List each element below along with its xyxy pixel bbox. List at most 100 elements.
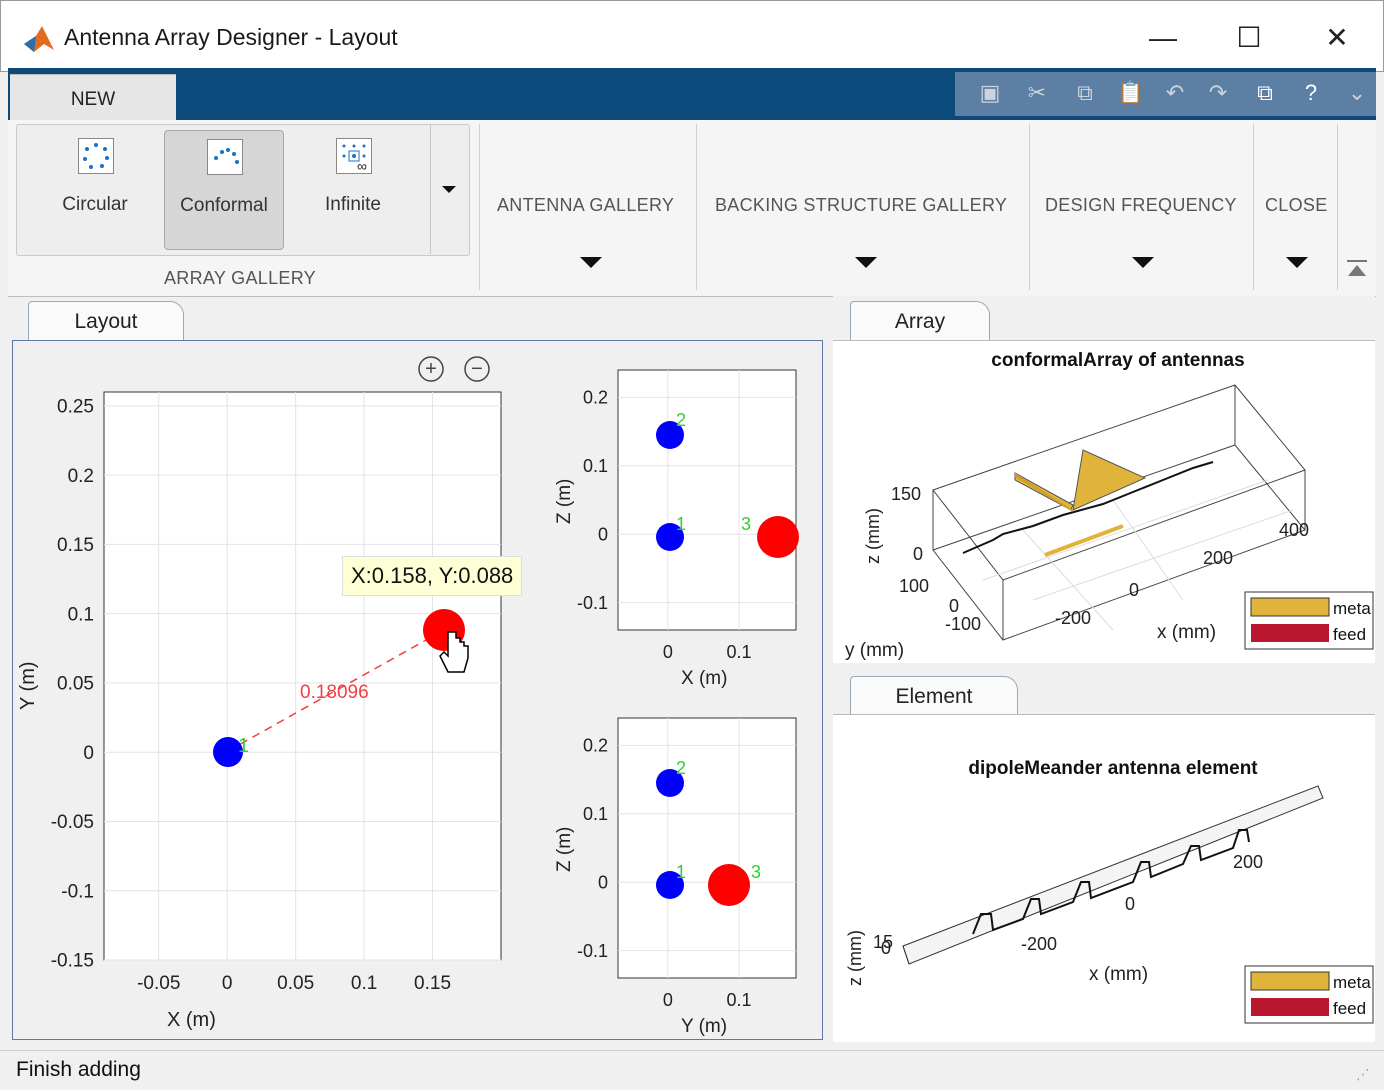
window-icon[interactable]: ⧉ <box>1250 78 1280 108</box>
tick-label: -200 <box>1055 608 1091 628</box>
tick-label: 0 <box>881 938 891 958</box>
save-icon[interactable]: ▣ <box>975 78 1005 108</box>
layout-yz-plot[interactable]: 0 0.1 0.2 0.1 0 -0.1 2 1 3 Y (m) Z (m) <box>540 708 820 1048</box>
z-axis-label: z (mm) <box>863 508 883 564</box>
tab-array[interactable]: Array <box>850 301 990 342</box>
options-icon[interactable]: ⌄ <box>1342 78 1372 108</box>
collapse-ribbon-icon[interactable] <box>1346 258 1368 280</box>
y-tick-label: -0.1 <box>577 593 608 613</box>
tab-element[interactable]: Element <box>850 676 1018 717</box>
tick-label: -200 <box>1021 934 1057 954</box>
gallery-item-infinite[interactable]: ∞ Infinite <box>294 130 412 248</box>
divider <box>696 124 697 290</box>
window-title: Antenna Array Designer - Layout <box>64 24 398 50</box>
matlab-logo-icon <box>24 26 54 52</box>
tick-label: 0 <box>1129 580 1139 600</box>
y-axis-label: y (mm) <box>845 640 904 661</box>
element-3d-plot[interactable]: dipoleMeander antenna element 15 0 -200 … <box>833 714 1375 1041</box>
backing-structure-dropdown-icon[interactable] <box>855 257 877 268</box>
help-icon[interactable]: ? <box>1296 78 1326 108</box>
tick-label: 200 <box>1233 852 1263 872</box>
tab-new[interactable]: NEW <box>10 74 176 121</box>
conformal-array-icon <box>207 139 243 175</box>
close-dropdown-icon[interactable] <box>1286 257 1308 268</box>
x-tick-label: 0.05 <box>277 973 314 994</box>
undo-icon[interactable]: ↶ <box>1160 78 1190 108</box>
z-axis-label: z (mm) <box>845 930 865 986</box>
status-bar <box>0 1050 1384 1090</box>
legend-label: meta <box>1333 599 1371 618</box>
redo-icon[interactable]: ↷ <box>1203 78 1233 108</box>
y-tick-label: 0.25 <box>57 397 94 418</box>
svg-text:∞: ∞ <box>357 158 367 173</box>
divider <box>430 124 431 254</box>
gallery-item-conformal[interactable]: Conformal <box>164 130 284 250</box>
y-tick-label: 0 <box>83 743 94 764</box>
cut-icon[interactable]: ✂ <box>1022 78 1052 108</box>
array-3d-plot[interactable]: conformalArray of antennas 150 0 100 0 -… <box>833 340 1375 662</box>
plot-title: conformalArray of antennas <box>991 350 1244 371</box>
tab-layout[interactable]: Layout <box>28 301 184 342</box>
element-label: 1 <box>676 514 686 534</box>
backing-structure-gallery-button[interactable]: BACKING STRUCTURE GALLERY <box>715 195 1007 216</box>
x-tick-label: 0.1 <box>351 973 377 994</box>
layout-xz-plot[interactable]: 0 0.1 0.2 0.1 0 -0.1 2 1 3 X (m) Z (m) <box>540 360 820 700</box>
design-frequency-dropdown-icon[interactable] <box>1132 257 1154 268</box>
tab-element-label: Element <box>895 685 973 708</box>
datatip: X:0.158, Y:0.088 <box>342 556 523 596</box>
gallery-item-circular[interactable]: Circular <box>36 130 154 248</box>
tab-new-label: NEW <box>70 89 116 110</box>
tick-label: 0 <box>1125 894 1135 914</box>
close-button[interactable]: ✕ <box>1314 18 1360 58</box>
tick-label: 0 <box>949 596 959 616</box>
element-label: 1 <box>238 735 249 757</box>
legend-swatch <box>1251 998 1329 1016</box>
x-tick-label: -0.05 <box>137 973 180 994</box>
x-axis-label: X (m) <box>681 668 727 689</box>
gallery-item-label: Conformal <box>180 195 268 216</box>
element-3-marker[interactable] <box>708 864 750 906</box>
antenna-gallery-button[interactable]: ANTENNA GALLERY <box>497 195 674 216</box>
y-tick-label: 0 <box>598 873 608 893</box>
y-axis-label: Y (m) <box>17 661 39 710</box>
design-frequency-button[interactable]: DESIGN FREQUENCY <box>1045 195 1237 216</box>
layout-xy-plot[interactable]: -0.05 0 0.05 0.1 0.15 0.25 0.2 0.15 0.1 0.05 0 -0.0… <box>12 380 532 1040</box>
x-axis-label: x (mm) <box>1089 964 1148 985</box>
tick-label: -100 <box>945 614 981 634</box>
x-tick-label: 0 <box>663 990 673 1010</box>
divider <box>1029 124 1030 290</box>
gallery-expand-arrow[interactable] <box>442 186 456 193</box>
status-text: Finish adding <box>16 1058 141 1081</box>
copy-icon[interactable]: ⧉ <box>1070 78 1100 108</box>
y-axis-label: Z (m) <box>554 479 575 524</box>
legend-label: feed <box>1333 999 1366 1018</box>
circular-array-icon <box>78 138 114 174</box>
x-tick-label: 0 <box>222 973 233 994</box>
y-tick-label: 0.05 <box>57 674 94 695</box>
paste-icon[interactable]: 📋 <box>1116 78 1146 108</box>
tick-label: 100 <box>899 576 929 596</box>
array-gallery-label: ARRAY GALLERY <box>164 268 316 288</box>
gallery-item-label: Circular <box>62 194 128 215</box>
resize-grip-icon[interactable]: ⋰ <box>1356 1066 1370 1083</box>
y-tick-label: -0.1 <box>577 941 608 961</box>
divider <box>479 124 480 290</box>
y-tick-label: 0.1 <box>583 456 608 476</box>
x-axis-label: X (m) <box>167 1009 216 1031</box>
plot-title: dipoleMeander antenna element <box>968 758 1258 779</box>
minimize-button[interactable]: — <box>1140 18 1186 58</box>
legend-swatch <box>1250 971 1330 991</box>
element-3-marker[interactable] <box>757 516 799 558</box>
maximize-button[interactable]: ☐ <box>1226 18 1272 58</box>
x-axis-label: Y (m) <box>681 1016 727 1037</box>
antenna-gallery-dropdown-icon[interactable] <box>580 257 602 268</box>
tab-layout-label: Layout <box>74 310 138 333</box>
x-tick-label: 0.15 <box>414 973 451 994</box>
legend-swatch <box>1250 597 1330 617</box>
x-tick-label: 0.1 <box>727 990 752 1010</box>
gallery-item-label: Infinite <box>325 194 381 215</box>
y-tick-label: 0.1 <box>68 604 94 625</box>
y-tick-label: -0.05 <box>51 812 94 833</box>
close-section-button[interactable]: CLOSE <box>1265 195 1328 216</box>
element-label: 1 <box>676 862 686 882</box>
